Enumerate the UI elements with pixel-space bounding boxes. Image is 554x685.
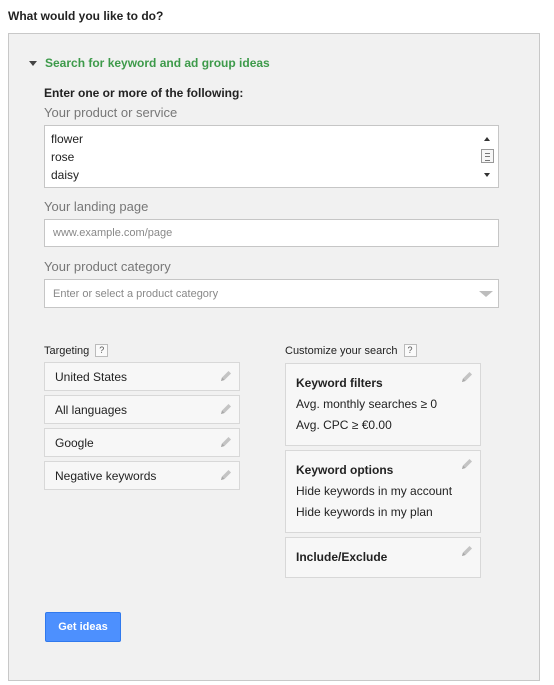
section-title: Search for keyword and ad group ideas (45, 56, 270, 70)
instruction-text: Enter one or more of the following: (44, 86, 244, 100)
pencil-icon[interactable] (460, 457, 474, 471)
targeting-item-language[interactable]: All languages (44, 395, 240, 424)
targeting-item-label: Google (55, 436, 94, 450)
textarea-line: rose (51, 150, 75, 164)
keyword-options-box[interactable]: Keyword options Hide keywords in my acco… (285, 450, 481, 533)
textarea-scrollbar[interactable] (480, 130, 495, 183)
targeting-item-negative-keywords[interactable]: Negative keywords (44, 461, 240, 490)
scroll-thumb[interactable] (481, 149, 494, 163)
targeting-item-label: Negative keywords (55, 469, 157, 483)
get-ideas-button[interactable]: Get ideas (45, 612, 121, 642)
product-service-textarea[interactable]: flower rose daisy (44, 125, 499, 188)
keyword-option-line: Hide keywords in my account (296, 484, 453, 498)
targeting-item-location[interactable]: United States (44, 362, 240, 391)
keyword-filter-line: Avg. monthly searches ≥ 0 (296, 397, 438, 411)
keyword-filters-title: Keyword filters (296, 376, 383, 390)
product-category-select[interactable]: Enter or select a product category (44, 279, 499, 308)
keyword-options-title: Keyword options (296, 463, 394, 477)
product-category-placeholder: Enter or select a product category (53, 288, 219, 300)
include-exclude-title: Include/Exclude (296, 550, 388, 564)
page-question: What would you like to do? (8, 9, 164, 23)
product-category-label: Your product category (44, 259, 171, 274)
pencil-icon[interactable] (219, 402, 233, 416)
customize-title: Customize your search (285, 344, 398, 357)
chevron-down-icon (479, 291, 493, 297)
landing-page-label: Your landing page (44, 199, 149, 214)
targeting-title: Targeting (44, 344, 90, 357)
landing-page-input[interactable] (44, 219, 499, 247)
pencil-icon[interactable] (460, 544, 474, 558)
keyword-filter-line: Avg. CPC ≥ €0.00 (296, 418, 392, 432)
targeting-item-network[interactable]: Google (44, 428, 240, 457)
include-exclude-box[interactable]: Include/Exclude (285, 537, 481, 578)
targeting-heading: Targeting ? (44, 344, 109, 357)
targeting-item-label: United States (55, 370, 128, 384)
textarea-line: flower (51, 132, 84, 146)
help-icon[interactable]: ? (403, 344, 417, 357)
customize-heading: Customize your search ? (285, 344, 417, 357)
scroll-up-icon[interactable] (484, 137, 490, 141)
keyword-filters-box[interactable]: Keyword filters Avg. monthly searches ≥ … (285, 363, 481, 446)
keyword-option-line: Hide keywords in my plan (296, 505, 433, 519)
textarea-content: flower rose daisy (51, 130, 83, 184)
triangle-down-icon (29, 60, 37, 66)
section-toggle[interactable]: Search for keyword and ad group ideas (29, 56, 270, 70)
textarea-line: daisy (51, 168, 80, 182)
pencil-icon[interactable] (219, 369, 233, 383)
targeting-item-label: All languages (55, 403, 128, 417)
pencil-icon[interactable] (460, 370, 474, 384)
help-icon[interactable]: ? (95, 344, 109, 357)
scroll-down-icon[interactable] (484, 173, 490, 177)
search-panel: Search for keyword and ad group ideas En… (8, 33, 540, 681)
product-service-label: Your product or service (44, 105, 178, 120)
pencil-icon[interactable] (219, 468, 233, 482)
pencil-icon[interactable] (219, 435, 233, 449)
